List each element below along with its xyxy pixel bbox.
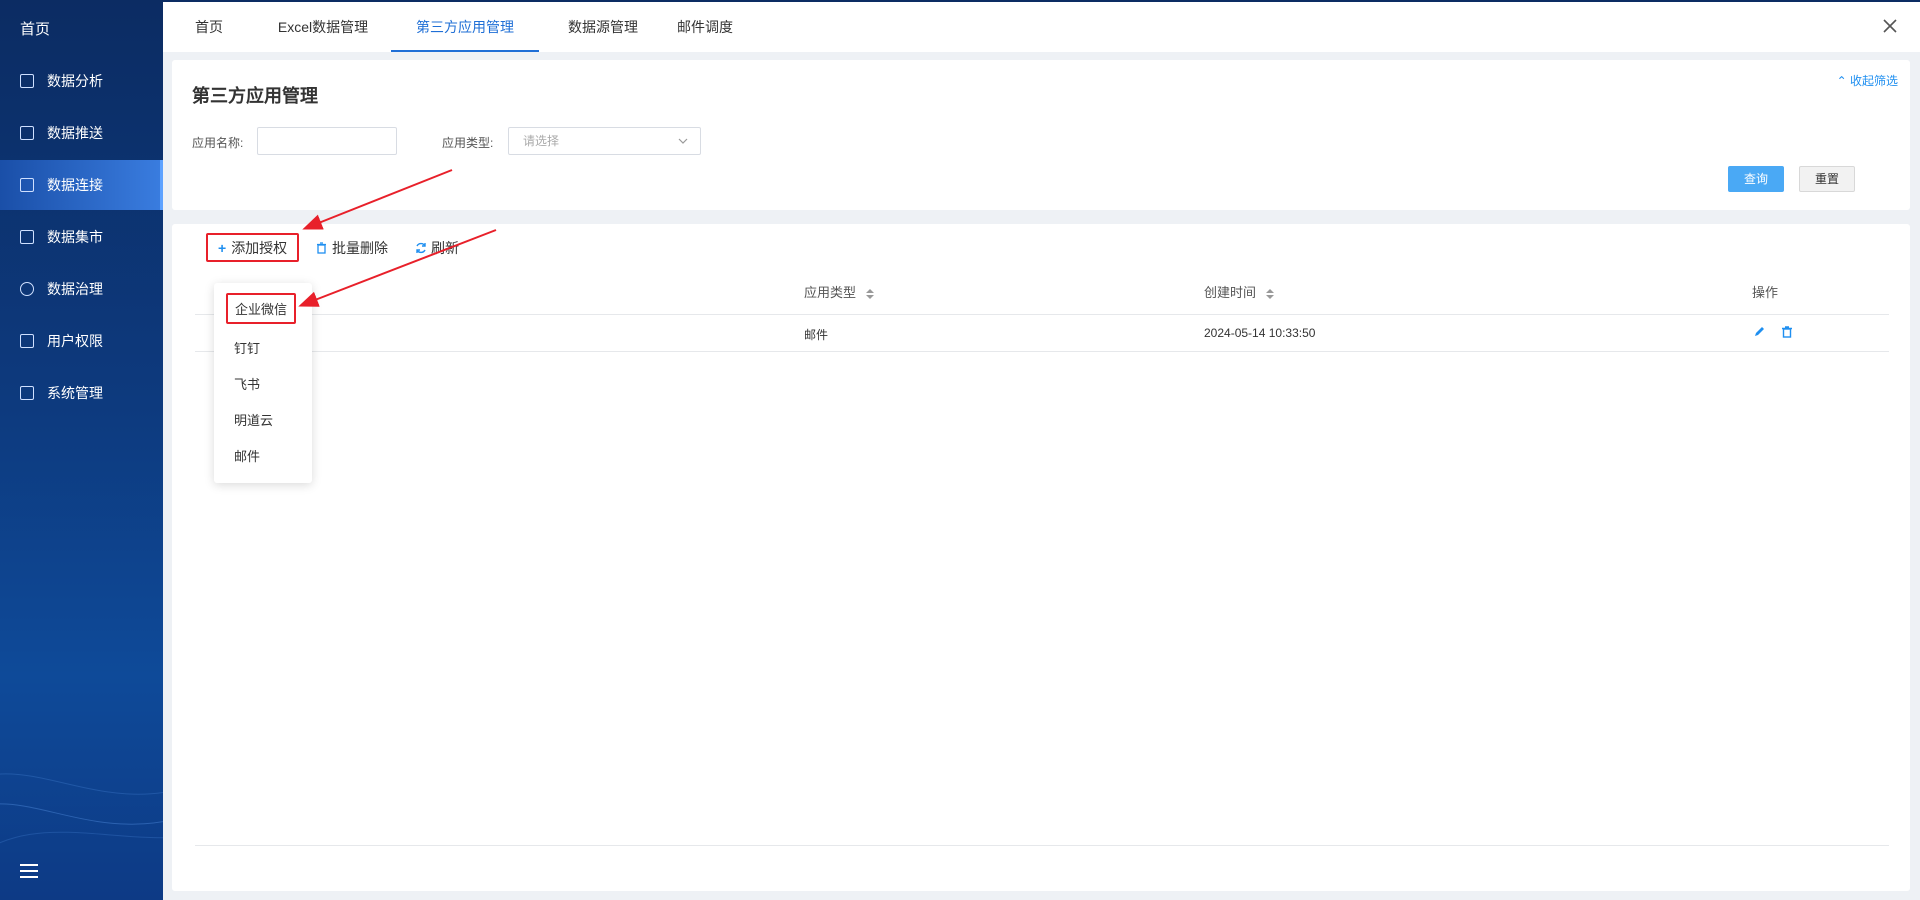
plus-icon: + — [218, 239, 227, 256]
sidebar-home[interactable]: 首页 — [20, 18, 50, 39]
connection-icon — [20, 178, 34, 192]
chart-icon — [20, 126, 34, 140]
refresh-button[interactable]: 刷新 — [415, 234, 459, 262]
cell-app-type: 邮件 — [804, 328, 829, 342]
filter-panel: 第三方应用管理 ⌃ 收起筛选 应用名称: 应用类型: 请选择 查询 重置 — [172, 60, 1910, 210]
app-type-label: 应用类型: — [442, 136, 494, 150]
sidebar-item-label: 数据治理 — [47, 281, 103, 297]
dropdown-item-dingtalk[interactable]: 钉钉 — [234, 338, 260, 357]
app-name-label: 应用名称: — [192, 136, 244, 150]
layers-icon — [20, 282, 34, 296]
header-divider — [195, 314, 1889, 315]
sidebar: 首页 数据分析 数据推送 数据连接 数据集市 数据治理 用户权限 系统管理 — [0, 0, 163, 900]
sidebar-item-system-management[interactable]: 系统管理 — [0, 368, 163, 418]
edit-icon[interactable] — [1752, 325, 1766, 339]
sidebar-item-data-connection[interactable]: 数据连接 — [0, 160, 163, 210]
sidebar-item-data-analysis[interactable]: 数据分析 — [0, 56, 163, 106]
menu-collapse-icon[interactable] — [20, 864, 38, 878]
tab-bar: 首页 Excel数据管理 第三方应用管理 数据源管理 邮件调度 — [163, 0, 1920, 52]
sidebar-item-data-mart[interactable]: 数据集市 — [0, 212, 163, 262]
sidebar-item-label: 数据连接 — [47, 177, 103, 193]
tab-third-party-apps[interactable]: 第三方应用管理 — [391, 2, 539, 52]
column-header-created-at[interactable]: 创建时间 — [1204, 282, 1274, 301]
sort-icon[interactable] — [1265, 288, 1274, 299]
monitor-icon — [20, 230, 34, 244]
reset-button[interactable]: 重置 — [1799, 166, 1855, 192]
sidebar-item-user-permissions[interactable]: 用户权限 — [0, 316, 163, 366]
sidebar-item-label: 系统管理 — [47, 385, 103, 401]
batch-delete-button[interactable]: 批量删除 — [316, 234, 388, 262]
dropdown-item-mingdao[interactable]: 明道云 — [234, 410, 273, 429]
sidebar-item-label: 用户权限 — [47, 333, 103, 349]
refresh-label: 刷新 — [431, 240, 459, 256]
tab-home[interactable]: 首页 — [189, 2, 229, 52]
chevron-up-icon: ⌃ — [1836, 74, 1847, 88]
batch-delete-label: 批量删除 — [332, 240, 388, 256]
page-title: 第三方应用管理 — [192, 86, 318, 106]
query-button[interactable]: 查询 — [1728, 166, 1784, 192]
add-authorization-label: 添加授权 — [231, 239, 288, 256]
row-divider — [195, 351, 1889, 352]
column-header-app-type[interactable]: 应用类型 — [804, 282, 874, 301]
delete-icon[interactable] — [1780, 325, 1794, 339]
add-authorization-button[interactable]: + 添加授权 — [206, 233, 300, 262]
collapse-filter-button[interactable]: ⌃ 收起筛选 — [1837, 72, 1898, 89]
app-type-placeholder: 请选择 — [523, 134, 560, 148]
tab-mail-schedule[interactable]: 邮件调度 — [665, 2, 745, 52]
sidebar-item-label: 数据分析 — [47, 73, 103, 89]
refresh-icon — [416, 242, 426, 254]
user-permission-icon — [20, 334, 34, 348]
analysis-icon — [20, 74, 34, 88]
sidebar-item-label: 数据集市 — [47, 229, 103, 245]
trash-icon — [317, 242, 326, 254]
system-icon — [20, 386, 34, 400]
dropdown-item-feishu[interactable]: 飞书 — [234, 374, 260, 393]
add-authorization-dropdown: 企业微信 钉钉 飞书 明道云 邮件 — [214, 283, 312, 483]
collapse-filter-label: 收起筛选 — [1849, 74, 1898, 88]
table-bottom-divider — [195, 845, 1889, 846]
app-type-select[interactable]: 请选择 — [508, 127, 701, 155]
chevron-down-icon — [678, 138, 688, 144]
tab-excel-data[interactable]: Excel数据管理 — [265, 2, 381, 52]
cell-created-at: 2024-05-14 10:33:50 — [1204, 326, 1316, 340]
sidebar-item-data-push[interactable]: 数据推送 — [0, 108, 163, 158]
column-header-actions: 操作 — [1752, 285, 1779, 300]
sidebar-item-data-governance[interactable]: 数据治理 — [0, 264, 163, 314]
sort-icon[interactable] — [865, 288, 874, 299]
tab-data-sources[interactable]: 数据源管理 — [553, 2, 653, 52]
dropdown-item-wecom[interactable]: 企业微信 — [226, 293, 297, 324]
table-panel: + 添加授权 批量删除 刷新 应用类型 创建时间 操作 邮件 2024-05-1… — [172, 224, 1910, 891]
sidebar-item-label: 数据推送 — [47, 125, 103, 141]
close-icon[interactable] — [1882, 18, 1898, 34]
dropdown-item-email[interactable]: 邮件 — [234, 446, 260, 465]
app-name-input[interactable] — [257, 127, 397, 155]
decorative-wave — [0, 773, 163, 844]
